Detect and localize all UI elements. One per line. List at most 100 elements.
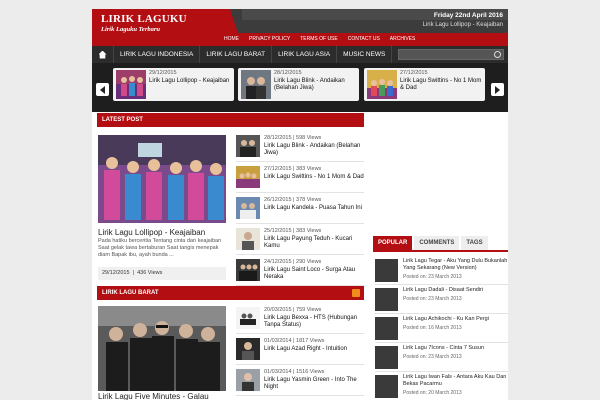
list-item-title[interactable]: Lirik Lagu Blink - Andaikan (Belahan Jiw… [264,143,364,157]
top-nav-home[interactable]: HOME [219,33,244,46]
list-item-date: 01/03/2014 | 1516 Views [264,369,325,375]
featured-post-excerpt: Pada hatiku berceritia Tentang cinta dan… [98,238,222,258]
popular-item[interactable]: Lirik Lagu Achikochi - Ku Kan Pergi Post… [375,314,508,342]
sidebar-tabs: POPULAR COMMENTS TAGS [373,236,508,252]
home-button[interactable] [92,46,114,63]
top-nav-privacy-policy[interactable]: PRIVACY POLICY [244,33,295,46]
slider-card-title[interactable]: Lirik Lagu Swittins - No 1 Mom & Dad [400,78,482,92]
post-thumbnail [375,346,398,369]
list-item-views: 1516 Views [296,369,325,375]
list-item-date-value: 26/12/2015 [264,197,292,203]
featured-post-meta: 29/12/2015 | 436 Views [98,267,226,280]
popular-item-title[interactable]: Lirik Lagu Dadali - Disaat Sendiri [403,287,508,294]
tab-comments[interactable]: COMMENTS [414,236,460,250]
list-item-title[interactable]: Lirik Lagu Azad Right - Intuition [264,346,364,353]
list-item-title[interactable]: Lirik Lagu Bexxa - HTS (Hubungan Tanpa S… [264,315,364,329]
post-thumbnail [375,317,398,340]
post-thumbnail [236,259,260,281]
slider-card[interactable]: 27/12/2015 Lirik Lagu Swittins - No 1 Mo… [364,68,485,101]
list-item-views: 378 Views [296,197,322,203]
popular-item[interactable]: Lirik Lagu Dadali - Disaat Sendiri Poste… [375,285,508,313]
top-nav-terms-of-use[interactable]: TERMS OF USE [295,33,343,46]
popular-item[interactable]: Lirik Lagu Tegar - Aku Yang Dulu Bukanla… [375,256,508,284]
rss-icon[interactable] [352,289,360,297]
list-item-date: 27/12/2015 | 383 Views [264,166,322,172]
list-item-title[interactable]: Lirik Lagu Kandela - Puasa Tahun Ini [264,205,364,212]
tab-popular[interactable]: POPULAR [373,236,413,250]
search-icon[interactable] [494,51,501,58]
list-item-date-value: 24/12/2015 [264,259,292,265]
list-item-title[interactable]: Lirik Lagu Yasmin Green - Into The Night [264,377,364,391]
main-nav: LIRIK LAGU INDONESIA LIRIK LAGU BARAT LI… [92,46,508,63]
slider-card[interactable]: 28/12/2015 Lirik Lagu Blink - Andaikan (… [238,68,359,101]
popular-item[interactable]: Lirik Lagu Iwan Fals - Antara Aku Kau Da… [375,372,508,400]
list-item-date: 20/03/2015 | 759 Views [264,307,322,313]
list-item[interactable]: 24/12/2015 | 290 Views Lirik Lagu Saint … [236,256,364,286]
nav-lirik-lagu-barat[interactable]: LIRIK LAGU BARAT [200,46,273,63]
list-item-title[interactable]: Lirik Lagu Swittins - No 1 Mom & Dad [264,174,364,181]
featured-post-image[interactable] [98,135,226,223]
latest-post-heading: LATEST POST [97,113,364,127]
post-thumbnail [367,70,397,99]
slider-card-title[interactable]: Lirik Lagu Lollipop - Keajaiban [149,78,231,85]
list-item[interactable]: 26/12/2015 | 378 Views Lirik Lagu Kandel… [236,194,364,224]
popular-item-date: Posted on: 20 March 2013 [403,390,462,396]
list-item-views: 290 Views [296,259,322,265]
post-thumbnail [236,197,260,219]
featured-post-date: 29/12/2015 [102,270,130,276]
list-item-date: 01/03/2014 | 1817 Views [264,338,325,344]
featured-post-views: 436 Views [137,270,163,276]
header: LIRIK LAGUKU Lirik Laguku Terbaru Friday… [92,9,508,46]
arrow-left-icon [100,85,105,94]
header-featured-post[interactable]: Lirik Lagu Lollipop - Keajaiban [423,22,503,28]
slider-card-date: 29/12/2015 [149,70,177,76]
post-thumbnail [116,70,146,99]
popular-item-date: Posted on: 23 March 2013 [403,274,462,280]
list-item[interactable]: 25/12/2015 | 383 Views Lirik Lagu Payung… [236,225,364,255]
tab-tags[interactable]: TAGS [461,236,488,250]
barat-featured-title[interactable]: Lirik Lagu Five Minutes - Galau [98,392,238,400]
popular-item-title[interactable]: Lirik Lagu 7Icons - Cinta 7 Susun [403,345,508,352]
post-thumbnail [241,70,271,99]
slider-card-title[interactable]: Lirik Lagu Blink - Andaikan (Belahan Jiw… [274,78,356,92]
top-nav-archives[interactable]: ARCHIVES [385,33,421,46]
list-item-date: 28/12/2015 | 598 Views [264,135,322,141]
list-item-title[interactable]: Lirik Lagu Payung Teduh - Kucari Kamu [264,236,364,250]
post-thumbnail [375,375,398,398]
site-title[interactable]: LIRIK LAGUKU [101,13,187,25]
post-thumbnail [375,288,398,311]
list-item-date-value: 28/12/2015 [264,135,292,141]
list-item-date-value: 20/03/2015 [264,307,292,313]
featured-post-title[interactable]: Lirik Lagu Lollipop - Keajaiban [98,228,238,237]
nav-music-news[interactable]: MUSIC NEWS [337,46,393,63]
list-item-date-value: 01/03/2014 [264,369,292,375]
slider-card[interactable]: 29/12/2015 Lirik Lagu Lollipop - Keajaib… [113,68,234,101]
list-item-date: 24/12/2015 | 290 Views [264,259,322,265]
search-input[interactable] [399,50,489,59]
list-item[interactable]: 20/03/2015 | 759 Views Lirik Lagu Bexxa … [236,304,364,334]
popular-item-title[interactable]: Lirik Lagu Iwan Fals - Antara Aku Kau Da… [403,374,508,388]
slider-prev-button[interactable] [96,83,109,96]
nav-lirik-lagu-asia[interactable]: LIRIK LAGU ASIA [272,46,338,63]
popular-item-title[interactable]: Lirik Lagu Achikochi - Ku Kan Pergi [403,316,508,323]
popular-item-date: Posted on: 16 March 2013 [403,325,462,331]
list-item[interactable]: 01/03/2014 | 1817 Views Lirik Lagu Azad … [236,335,364,365]
list-item[interactable]: 28/12/2015 | 598 Views Lirik Lagu Blink … [236,132,364,162]
post-thumbnail [236,369,260,391]
list-item-date-value: 01/03/2014 [264,338,292,344]
list-item[interactable]: 27/12/2015 | 383 Views Lirik Lagu Switti… [236,163,364,193]
barat-featured-image[interactable] [98,306,226,391]
popular-item-title[interactable]: Lirik Lagu Tegar - Aku Yang Dulu Bukanla… [403,258,508,272]
list-item-views: 598 Views [296,135,322,141]
list-item[interactable]: 01/03/2014 | 1516 Views Lirik Lagu Yasmi… [236,366,364,396]
top-nav-contact-us[interactable]: CONTACT US [343,33,385,46]
slider-card-date: 28/12/2015 [274,70,302,76]
popular-item[interactable]: Lirik Lagu 7Icons - Cinta 7 Susun Posted… [375,343,508,371]
list-item-title[interactable]: Lirik Lagu Saint Loco - Surga Atau Nerak… [264,267,364,281]
page: LIRIK LAGUKU Lirik Laguku Terbaru Friday… [92,9,508,400]
top-nav: HOME PRIVACY POLICY TERMS OF USE CONTACT… [214,33,508,46]
home-icon [98,50,107,59]
nav-lirik-lagu-indonesia[interactable]: LIRIK LAGU INDONESIA [114,46,201,63]
list-item-date: 26/12/2015 | 378 Views [264,197,322,203]
slider-next-button[interactable] [491,83,504,96]
